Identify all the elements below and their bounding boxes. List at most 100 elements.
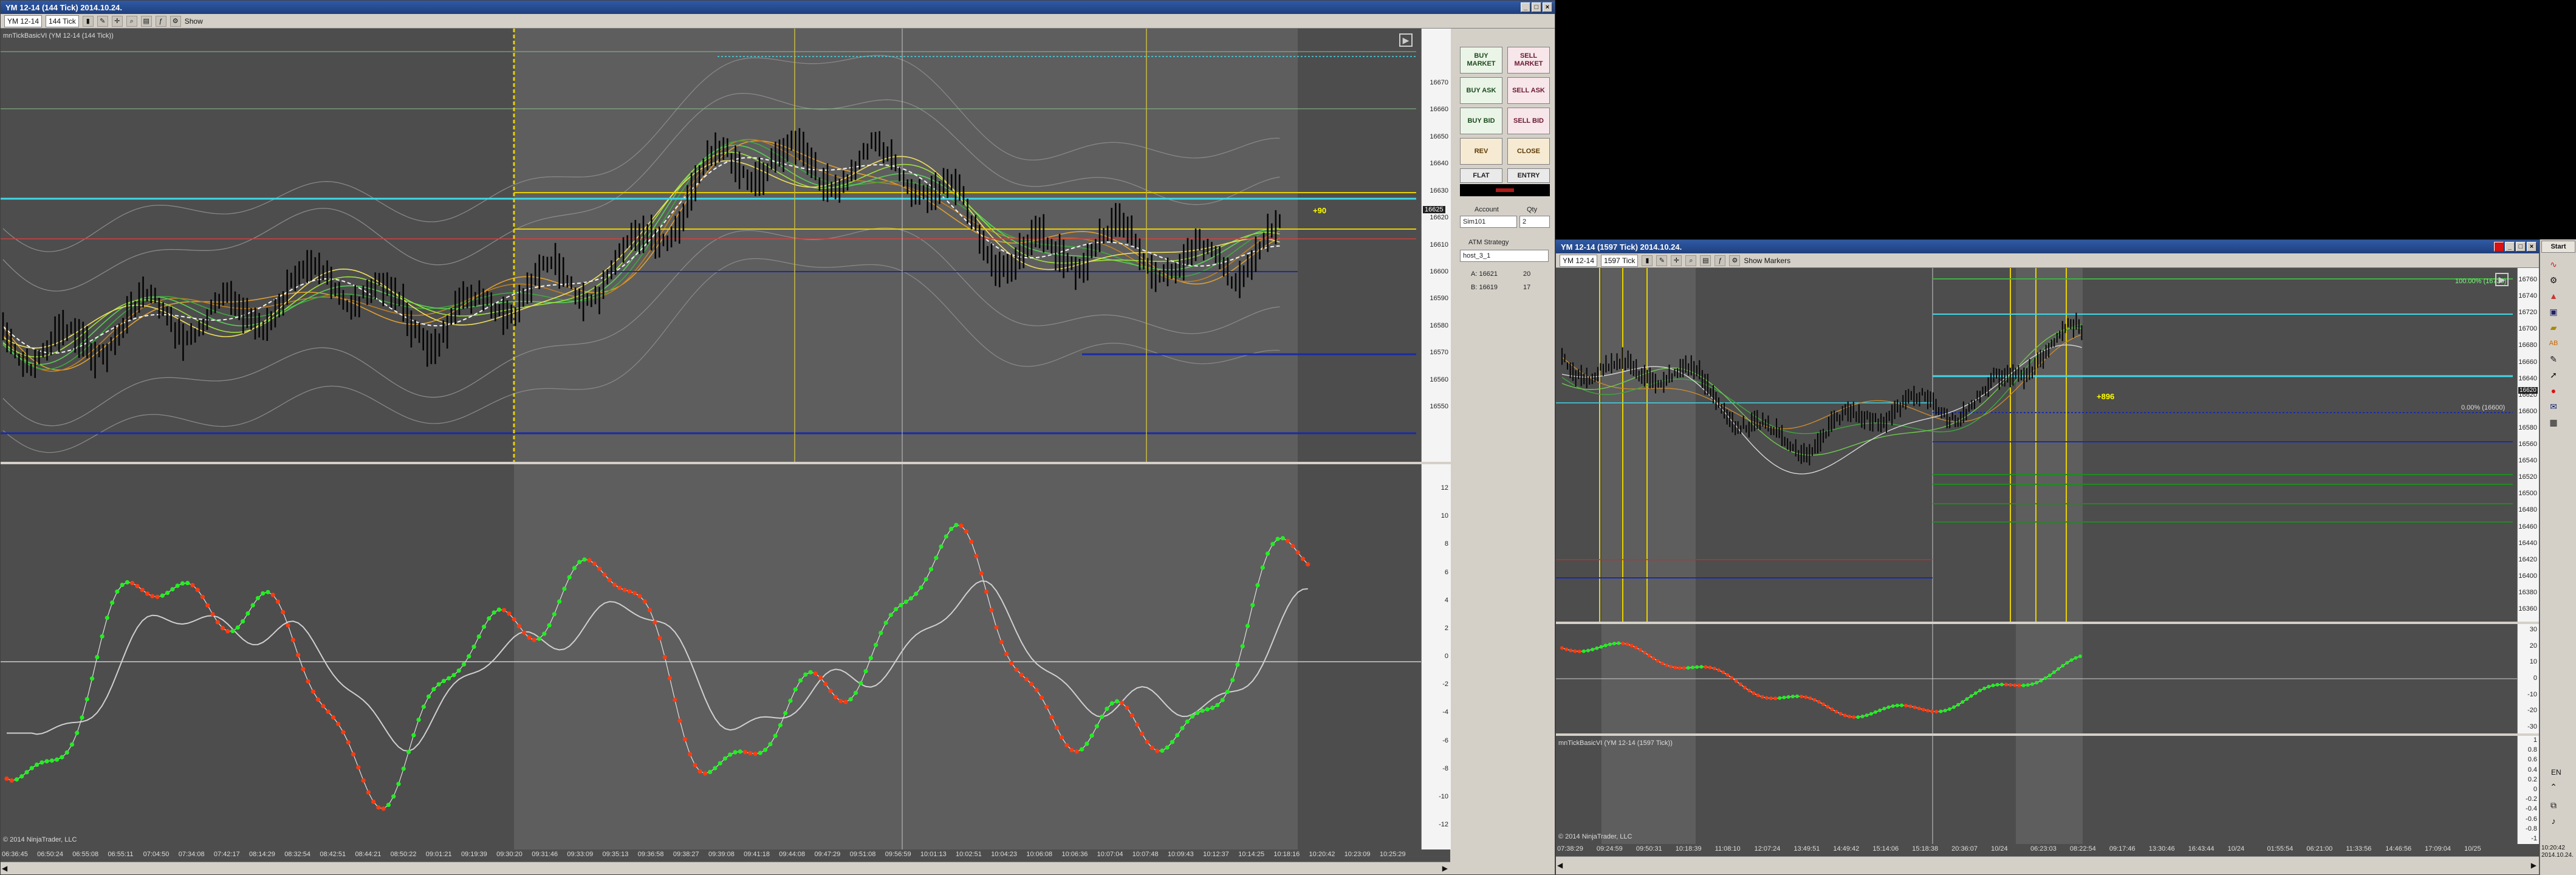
- quantity-stepper[interactable]: 2: [1519, 216, 1550, 228]
- time-tick-label: 09:31:46: [532, 851, 558, 858]
- maximize-button[interactable]: □: [1532, 2, 1541, 12]
- pencil-icon[interactable]: ✎: [1656, 255, 1668, 266]
- scroll-left-arrow[interactable]: ◀: [1557, 861, 1563, 870]
- account-selector[interactable]: Sim101: [1460, 216, 1517, 228]
- collapse-icon[interactable]: ▶: [2495, 273, 2509, 286]
- buy-market-button[interactable]: BUY MARKET: [1460, 47, 1502, 74]
- left-scrollbar[interactable]: ◀ ▶: [1, 862, 1450, 874]
- save-icon[interactable]: ▣: [2546, 305, 2561, 318]
- green-dot: [1205, 707, 1210, 712]
- green-dot: [241, 619, 245, 624]
- scroll-right-arrow[interactable]: ▶: [2531, 861, 2537, 870]
- sell-ask-button[interactable]: SELL ASK: [1507, 77, 1550, 104]
- grid-icon[interactable]: ▦: [2546, 416, 2561, 429]
- right-title-bar[interactable]: YM 12-14 (1597 Tick) 2014.10.24. _ □ ×: [1556, 240, 2539, 253]
- sell-market-button[interactable]: SELL MARKET: [1507, 47, 1550, 74]
- flat-button[interactable]: FLAT: [1460, 168, 1502, 183]
- time-tick-label: 10:12:37: [1203, 851, 1229, 858]
- language-indicator[interactable]: EN: [2551, 768, 2561, 777]
- collapse-icon[interactable]: ▶: [1399, 33, 1413, 47]
- right-price-axis: 16760 16740 16720 16700 16680 16660 16640 16620…: [2517, 268, 2539, 622]
- time-tick-label: 12:07:24: [1754, 845, 1781, 853]
- axis-tick-label: 6: [1444, 568, 1448, 576]
- session-shade: [2016, 736, 2083, 844]
- right-second-indicator-pane[interactable]: mnTickBasicVI (YM 12-14 (1597 Tick)) © 2…: [1556, 736, 2517, 844]
- bar-type-icon[interactable]: ▮: [82, 15, 94, 27]
- instrument-selector[interactable]: YM 12-14: [4, 15, 43, 27]
- crosshair-icon[interactable]: ✛: [1671, 255, 1682, 266]
- indicator-icon[interactable]: ƒ: [1714, 255, 1726, 266]
- left-title-bar[interactable]: YM 12-14 (144 Tick) 2014.10.24. _ □ ×: [1, 1, 1555, 14]
- scroll-left-arrow[interactable]: ◀: [2, 864, 7, 873]
- sell-bid-button[interactable]: SELL BID: [1507, 108, 1550, 134]
- volume-icon[interactable]: ♪: [2546, 814, 2561, 828]
- instrument-selector[interactable]: YM 12-14: [1560, 254, 1598, 267]
- zoom-icon[interactable]: ⌕: [1685, 255, 1697, 266]
- folder-icon[interactable]: ▰: [2546, 321, 2561, 334]
- chevron-up-icon[interactable]: ⌃: [2546, 780, 2561, 794]
- time-tick-label: 10:06:08: [1026, 851, 1053, 858]
- red-dot: [989, 608, 994, 612]
- green-dot: [1973, 691, 1978, 695]
- red-dot: [1054, 725, 1059, 730]
- abc-icon[interactable]: AB: [2546, 337, 2561, 350]
- interval-selector[interactable]: 1597 Tick: [1601, 254, 1639, 267]
- entry-button[interactable]: ENTRY: [1507, 168, 1550, 183]
- green-dot: [2043, 676, 2047, 681]
- clock[interactable]: 10:20:42 2014.10.24.: [2541, 845, 2574, 859]
- show-markers-label[interactable]: Show Markers: [1744, 256, 1790, 265]
- time-tick-label: 11:08:10: [1714, 845, 1741, 853]
- interval-selector[interactable]: 144 Tick: [46, 15, 79, 27]
- zoom-icon[interactable]: ⌕: [126, 15, 137, 27]
- strategy-icon[interactable]: ⚙: [1729, 255, 1741, 266]
- record-button[interactable]: [2494, 242, 2504, 252]
- green-dot: [1170, 739, 1175, 744]
- right-price-pane[interactable]: 100.00% (16736) 0.00% (16600) +896 ▶: [1556, 268, 2517, 622]
- excel-icon[interactable]: ∿: [2546, 258, 2561, 271]
- green-dot: [416, 717, 421, 722]
- properties-icon[interactable]: ▤: [140, 15, 152, 27]
- record-icon[interactable]: ●: [2546, 384, 2561, 397]
- red-dot: [964, 529, 969, 534]
- green-dot: [14, 777, 19, 782]
- close-button[interactable]: ×: [1543, 2, 1552, 12]
- atm-strategy-selector[interactable]: host_3_1: [1460, 250, 1549, 262]
- green-dot: [858, 681, 863, 685]
- strategy-icon[interactable]: ⚙: [170, 15, 181, 27]
- buy-bid-button[interactable]: BUY BID: [1460, 108, 1502, 134]
- close-position-button[interactable]: CLOSE: [1507, 138, 1550, 165]
- time-tick-label: 07:38:29: [1557, 845, 1583, 853]
- properties-icon[interactable]: ▤: [1700, 255, 1711, 266]
- pencil-icon[interactable]: ✎: [2546, 352, 2561, 366]
- time-tick-label: 10:02:51: [956, 851, 982, 858]
- crosshair-icon[interactable]: ✛: [111, 15, 123, 27]
- oscillator-pane[interactable]: © 2014 NinjaTrader, LLC: [1, 464, 1421, 849]
- arrow-icon[interactable]: ➚: [2546, 368, 2561, 382]
- network-icon[interactable]: ⧉: [2546, 798, 2561, 812]
- show-label[interactable]: Show: [185, 17, 203, 26]
- mail-icon[interactable]: ✉: [2546, 400, 2561, 413]
- minimize-button[interactable]: _: [2505, 242, 2515, 252]
- right-window-title: YM 12-14 (1597 Tick) 2014.10.24.: [1561, 242, 1682, 252]
- chart-icon[interactable]: ▲: [2546, 289, 2561, 303]
- indicator-icon[interactable]: ƒ: [155, 15, 166, 27]
- minimize-button[interactable]: _: [1521, 2, 1530, 12]
- right-scrollbar[interactable]: ◀ ▶: [1556, 856, 2539, 874]
- start-button[interactable]: Start: [2541, 241, 2575, 253]
- buy-ask-button[interactable]: BUY ASK: [1460, 77, 1502, 104]
- axis-tick-label: 16680: [2518, 341, 2537, 349]
- green-dot: [577, 560, 582, 564]
- reverse-button[interactable]: REV: [1460, 138, 1502, 165]
- right-oscillator-pane[interactable]: [1556, 624, 2517, 733]
- time-tick-label: 09:38:27: [673, 851, 699, 858]
- scroll-right-arrow[interactable]: ▶: [1442, 864, 1448, 873]
- close-button[interactable]: ×: [2527, 242, 2537, 252]
- price-pane[interactable]: mnTickBasicVI (YM 12-14 (144 Tick)) +90 …: [1, 29, 1421, 462]
- bar-type-icon[interactable]: ▮: [1642, 255, 1653, 266]
- gear-icon[interactable]: ⚙: [2546, 273, 2561, 287]
- pencil-icon[interactable]: ✎: [97, 15, 108, 27]
- red-dot: [301, 667, 306, 671]
- green-dot: [1094, 724, 1100, 729]
- time-tick-label: 09:33:09: [567, 851, 594, 858]
- maximize-button[interactable]: □: [2516, 242, 2526, 252]
